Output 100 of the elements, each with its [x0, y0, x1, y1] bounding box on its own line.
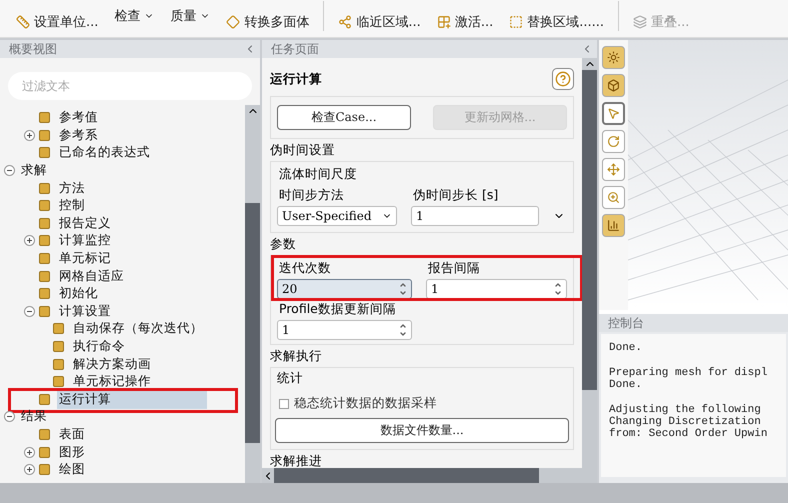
pointer-icon [607, 107, 620, 120]
grid-plus-icon [436, 15, 451, 29]
field-label: 迭代次数 [279, 260, 332, 277]
number-field[interactable]: 20 [277, 279, 412, 299]
scrollbar-thumb[interactable] [274, 468, 539, 483]
section-title: 伪时间设置 [270, 142, 336, 159]
collapse-toggle[interactable] [4, 165, 15, 176]
toolbar-button[interactable]: 临近区域... [332, 13, 427, 31]
field-label: 时间步方法 [279, 187, 345, 204]
tree-item-icon [39, 253, 50, 264]
toolbar-button[interactable]: 检查 [108, 7, 160, 25]
help-button[interactable] [552, 68, 574, 90]
scrollbar[interactable] [245, 105, 260, 483]
tree-item-icon [39, 288, 50, 300]
view-tool-button[interactable] [602, 46, 625, 69]
help-icon [555, 71, 571, 87]
data-files-button[interactable]: 数据文件数量... [275, 418, 569, 443]
dashed-square-icon [509, 15, 524, 29]
method-dropdown[interactable]: User-Specified [277, 206, 397, 226]
expand-toggle[interactable] [24, 464, 35, 476]
toolbar-button[interactable]: 转换多面体 [220, 13, 316, 31]
nodes-icon [338, 15, 352, 29]
tree-item-icon [53, 323, 64, 334]
tree-item[interactable]: 图形 [57, 442, 87, 462]
expand-toggle[interactable] [24, 446, 35, 458]
tree-item-icon [53, 376, 64, 388]
tree-item-icon [39, 270, 50, 282]
section-title: 参数 [270, 236, 297, 253]
tree-item-icon [53, 341, 64, 352]
view-tool-button[interactable] [602, 214, 625, 237]
number-field[interactable]: 1 [426, 279, 567, 299]
action-button[interactable]: 检查Case... [277, 105, 411, 130]
rotate-icon [607, 135, 620, 148]
view-tool-button[interactable] [602, 130, 625, 153]
tree-item[interactable]: 报告定义 [57, 214, 113, 233]
number-field[interactable]: 1 [277, 320, 412, 340]
bar-chart-icon [607, 219, 620, 232]
filter-field[interactable]: 过滤文本 [8, 72, 252, 100]
expand-toggle[interactable] [24, 235, 35, 246]
section-title: 求解执行 [270, 348, 323, 365]
tree-item[interactable]: 已命名的表达式 [57, 143, 152, 162]
tree-item[interactable]: 方法 [57, 178, 87, 198]
toolbar-button[interactable]: 质量 [164, 7, 216, 25]
tree-item[interactable]: 控制 [57, 196, 87, 216]
tree-item-icon [39, 464, 50, 476]
layers-icon [633, 15, 648, 29]
move-icon [607, 163, 620, 176]
view-tool-button[interactable] [602, 158, 625, 181]
tree-item-icon [39, 147, 50, 158]
checkbox[interactable] [279, 398, 289, 408]
tree-item[interactable]: 解决方案动画 [71, 354, 153, 374]
tree-item[interactable]: 表面 [57, 424, 87, 444]
page-heading: 运行计算 [270, 70, 322, 88]
expand-toggle[interactable] [24, 130, 35, 141]
view-tool-button[interactable] [602, 186, 625, 209]
horizontal-scrollbar[interactable] [262, 468, 597, 483]
tree-item[interactable]: 计算设置 [57, 302, 113, 321]
tree-item-icon [39, 218, 50, 229]
tree-item[interactable]: 参考系 [57, 126, 100, 145]
tree-item-icon [39, 130, 50, 141]
toolbar-button[interactable]: 设置单位... [10, 13, 104, 31]
scrollbar[interactable] [582, 58, 597, 468]
sampling-checkbox[interactable]: 稳态统计数据的数据采样 [275, 389, 569, 418]
panel-title: 概要视图 [9, 40, 57, 58]
field-label: 伪时间步长 [s] [413, 187, 500, 204]
sun-icon [607, 51, 620, 64]
field-label: 报告间隔 [428, 260, 481, 277]
tree-item[interactable]: 网格自适应 [57, 266, 126, 286]
tree-item-icon [39, 235, 50, 246]
tree-item[interactable]: 初始化 [57, 284, 100, 304]
ruler-icon [16, 15, 30, 29]
tree-item-icon [39, 182, 50, 194]
view-tool-button[interactable] [602, 74, 625, 97]
toolbar-button[interactable]: 替换区域...... [503, 13, 610, 31]
tree-item[interactable]: 计算监控 [57, 231, 113, 250]
group-title: 流体时间尺度 [279, 166, 358, 183]
zoom-icon [607, 191, 620, 204]
toolbar-button[interactable]: 激活... [430, 13, 500, 31]
field-label: Profile数据更新间隔 [279, 301, 397, 318]
tree-item[interactable]: 单元标记操作 [71, 372, 153, 392]
tree-item[interactable]: 绘图 [57, 460, 87, 480]
tree-item[interactable]: 结果 [19, 407, 49, 426]
group-title: 统计 [277, 370, 304, 387]
scrollbar-thumb[interactable] [245, 203, 260, 443]
collapse-toggle[interactable] [24, 306, 35, 317]
view-tool-button[interactable] [602, 102, 625, 125]
tree-item[interactable]: 自动保存（每次迭代） [71, 319, 205, 338]
diamond-icon [226, 15, 240, 29]
tree-item[interactable]: 单元标记 [57, 249, 113, 268]
tree-item[interactable]: 执行命令 [71, 337, 127, 356]
tree-item-icon [39, 200, 50, 212]
step-field[interactable]: 1 [411, 206, 539, 226]
panel-title: 控制台 [608, 314, 644, 332]
console-output: Done. Preparing mesh for displ Done. Adjusting the following Changing Discretization from: Second Order Upwin [601, 334, 786, 477]
collapse-toggle[interactable] [4, 411, 15, 422]
tree-item-icon [39, 446, 50, 458]
scrollbar-thumb[interactable] [582, 70, 597, 390]
tree-item[interactable]: 求解 [19, 161, 49, 180]
tree-item-icon [39, 306, 50, 317]
tree-item[interactable]: 参考值 [57, 108, 100, 128]
